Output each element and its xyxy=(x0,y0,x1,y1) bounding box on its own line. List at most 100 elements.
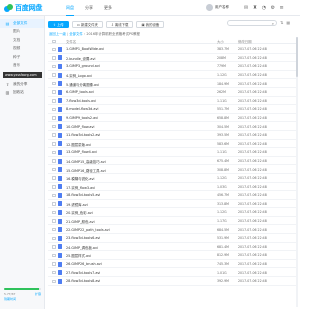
file-name[interactable]: 11.flow3d-tools2.avi xyxy=(66,133,100,137)
row-checkbox[interactable] xyxy=(52,202,56,206)
search-icon[interactable]: ⌕ xyxy=(272,21,274,26)
sidebar-item-videos[interactable]: 视频 xyxy=(0,45,44,54)
user-name[interactable]: 用户名称 xyxy=(215,5,229,10)
file-name[interactable]: 9.GIMP9_tools2.avi xyxy=(66,116,98,120)
file-name[interactable]: 22.GIMP22_path_tools.avi xyxy=(66,228,110,232)
new-folder-button[interactable]: ▭ 新建文件夹 xyxy=(71,20,103,28)
file-name[interactable]: 12.图层蒙版.avi xyxy=(66,142,91,147)
table-row[interactable]: 1.GIMP1_BootWide.avi 383.7M 2017-07-06 22:… xyxy=(48,45,296,54)
row-checkbox[interactable] xyxy=(52,210,56,215)
file-name[interactable]: 1.GIMP1_BootWide.avi xyxy=(66,47,104,51)
breadcrumb-back[interactable]: 返回上一级 xyxy=(49,32,66,36)
sidebar-item-all-files[interactable]: ▤ 全部文件 xyxy=(0,19,44,28)
table-row[interactable]: 13.GIMP_flow4.avi 1.11G 2017-07-06 22:48 xyxy=(48,148,296,157)
row-checkbox[interactable] xyxy=(52,64,56,69)
file-name[interactable]: 23.flow3d-tools6.avi xyxy=(66,236,100,240)
tab-share[interactable]: 分享 xyxy=(85,0,93,16)
table-row[interactable]: 12.图层蒙版.avi 583.6M 2017-07-06 22:48 xyxy=(48,140,296,149)
row-checkbox[interactable] xyxy=(52,56,56,60)
row-checkbox[interactable] xyxy=(52,107,56,112)
row-checkbox[interactable] xyxy=(52,279,56,284)
table-row[interactable]: 20.实例_色彩.avi 1.12G 2017-07-06 22:48 xyxy=(48,208,296,217)
file-name[interactable]: 21.GIMP_颜色.avi xyxy=(66,219,95,224)
table-row[interactable]: 15.GIMP16_路径工具.avi 308.8M 2017-07-06 22:48 xyxy=(48,165,296,174)
row-checkbox[interactable] xyxy=(52,167,56,172)
row-checkbox[interactable] xyxy=(52,99,56,103)
grid-view-icon[interactable]: ▦ xyxy=(286,20,290,25)
row-checkbox[interactable] xyxy=(52,245,56,249)
upload-button[interactable]: ⇧ 上传 xyxy=(48,20,69,28)
row-checkbox[interactable] xyxy=(52,262,56,266)
file-name[interactable]: 20.实例_色彩.avi xyxy=(66,210,93,215)
table-row[interactable]: 19.滤镜库.avi 313.8M 2017-07-06 22:48 xyxy=(48,200,296,209)
table-row[interactable]: 8.model-flow3d.avi 551.7M 2017-07-06 22:48 xyxy=(48,105,296,114)
tab-more[interactable]: 更多 xyxy=(104,0,112,16)
column-size[interactable]: 大小 xyxy=(217,39,224,44)
sidebar-item-music[interactable]: 音乐 xyxy=(0,62,44,71)
row-checkbox[interactable] xyxy=(52,116,56,120)
row-checkbox[interactable] xyxy=(52,159,56,163)
shirt-icon[interactable]: ♜ xyxy=(253,5,257,11)
settings-icon[interactable]: ⚙ xyxy=(271,5,275,11)
file-name[interactable]: 25.图层样式.avi xyxy=(66,253,91,258)
table-row[interactable]: 18.flow3d-tools5.avi 456.7M 2017-07-06 22:… xyxy=(48,191,296,200)
file-name[interactable]: 16.模糊与锐化.avi xyxy=(66,176,94,181)
table-row[interactable]: 22.GIMP22_path_tools.avi 684.5M 2017-07-06… xyxy=(48,225,296,235)
row-checkbox[interactable] xyxy=(52,176,56,180)
table-row[interactable]: 6.GIMP_tools.avi 262M 2017-07-06 22:48 xyxy=(48,88,296,97)
file-name[interactable]: 13.GIMP_flow4.avi xyxy=(66,150,97,154)
table-row[interactable]: 27.flow3d-tools7.avi 1.01G 2017-07-06 22:4… xyxy=(48,268,296,278)
row-checkbox[interactable] xyxy=(52,253,56,258)
row-checkbox[interactable] xyxy=(52,133,56,137)
user-menu[interactable]: 用户名称 xyxy=(206,4,229,11)
table-row[interactable]: 5.通道与分离图像.avi 184.9M 2017-07-06 22:48 xyxy=(48,79,296,88)
sidebar-item-my-share[interactable]: ⇪ 我的分享 xyxy=(0,80,44,89)
file-name[interactable]: 6.GIMP_tools.avi xyxy=(66,90,94,94)
column-name[interactable]: 文件名 xyxy=(66,39,76,44)
row-checkbox[interactable] xyxy=(52,124,56,129)
row-checkbox[interactable] xyxy=(52,81,56,86)
file-name[interactable]: 26.GIMP26_brush.avi xyxy=(66,262,102,266)
table-row[interactable]: 11.flow3d-tools2.avi 393.5M 2017-07-06 22:… xyxy=(48,131,296,140)
row-checkbox[interactable] xyxy=(52,47,56,51)
table-row[interactable]: 25.图层样式.avi 812.9M 2017-07-06 22:48 xyxy=(48,251,296,260)
table-row[interactable]: 28.flow3d-tools8.avi 392.9M 2017-07-06 22:… xyxy=(48,277,296,286)
expand-storage-link[interactable]: 扩容 xyxy=(35,292,41,296)
row-checkbox[interactable] xyxy=(52,227,56,232)
scrollbar-thumb[interactable] xyxy=(296,37,298,77)
table-row[interactable]: 17.实例_flow3.avi 1.03G 2017-07-06 22:48 xyxy=(48,183,296,192)
table-row[interactable]: 23.flow3d-tools6.avi 531.9M 2017-07-06 22:… xyxy=(48,234,296,243)
file-name[interactable]: 28.flow3d-tools8.avi xyxy=(66,279,100,283)
sidebar-item-images[interactable]: 图片 xyxy=(0,28,44,37)
table-row[interactable]: 3.GIMP3_ground.avi 779M 2017-07-06 22:48 xyxy=(48,62,296,71)
row-checkbox[interactable] xyxy=(52,193,56,198)
table-row[interactable]: 9.GIMP9_tools2.avi 658.8M 2017-07-06 22:48 xyxy=(48,114,296,123)
menu-icon[interactable]: ≡ xyxy=(280,5,284,11)
select-all-checkbox[interactable] xyxy=(52,39,56,43)
file-name[interactable]: 14.GIMP15_高级技巧.avi xyxy=(66,159,106,164)
breadcrumb-root[interactable]: 全部文件 xyxy=(69,32,83,36)
file-name[interactable]: 4.实例_Logo.avi xyxy=(66,73,92,78)
offline-download-button[interactable]: ⇩ 离线下载 xyxy=(105,20,134,28)
row-checkbox[interactable] xyxy=(52,270,56,275)
file-name[interactable]: 8.model-flow3d.avi xyxy=(66,107,98,111)
file-name[interactable]: 10.GIMP_flow.avi xyxy=(66,125,94,129)
avatar[interactable] xyxy=(206,4,213,11)
notification-icon[interactable]: ◔ xyxy=(262,5,266,11)
sort-icon[interactable]: ⇅ xyxy=(280,20,283,25)
table-row[interactable]: 2.bundle_设置.avi 208M 2017-07-06 22:48 xyxy=(48,54,296,63)
scrollbar[interactable] xyxy=(296,37,298,307)
table-row[interactable]: 7.flow3d-tools.avi 1.11G 2017-07-06 22:48 xyxy=(48,97,296,106)
file-name[interactable]: 19.滤镜库.avi xyxy=(66,202,88,207)
row-checkbox[interactable] xyxy=(52,142,56,146)
app-logo[interactable]: 百度网盘 xyxy=(4,3,42,13)
file-name[interactable]: 5.通道与分离图像.avi xyxy=(66,82,99,87)
file-name[interactable]: 2.bundle_设置.avi xyxy=(66,56,95,61)
table-row[interactable]: 16.模糊与锐化.avi 1.12G 2017-07-06 22:48 xyxy=(48,174,296,183)
row-checkbox[interactable] xyxy=(52,90,56,94)
table-row[interactable]: 24.GIMP_调色板.avi 681.4M 2017-07-06 22:48 xyxy=(48,243,296,252)
table-row[interactable]: 14.GIMP15_高级技巧.avi 675.4M 2017-07-06 22:48 xyxy=(48,157,296,166)
table-row[interactable]: 26.GIMP26_brush.avi 745.3M 2017-07-06 22:4… xyxy=(48,260,296,269)
file-name[interactable]: 18.flow3d-tools5.avi xyxy=(66,193,100,197)
sidebar-item-recycle-bin[interactable]: ▥ 回收站 xyxy=(0,89,44,98)
